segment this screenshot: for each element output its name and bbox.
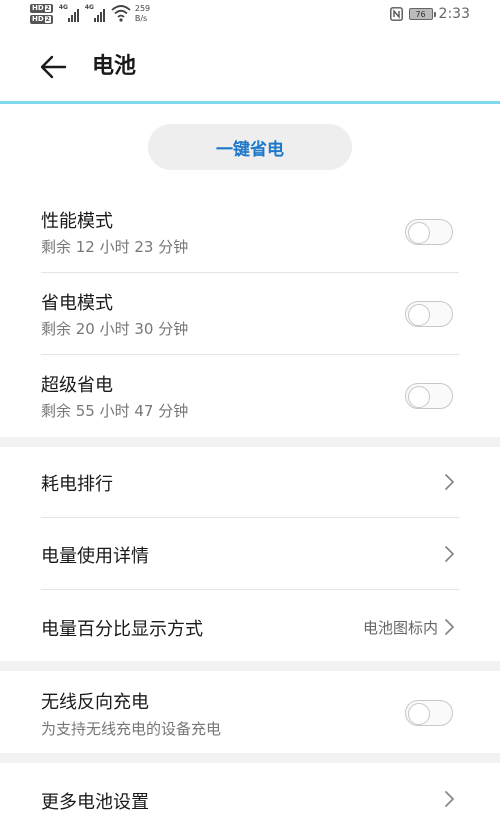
- signal-strength-icon-1: 4G: [59, 4, 79, 22]
- chevron-right-icon: [445, 474, 454, 490]
- mode-remaining: 剩余 20 小时 30 分钟: [41, 320, 189, 338]
- menu-label: 电量使用详情: [41, 546, 149, 567]
- performance-mode-row[interactable]: 性能模式 剩余 12 小时 23 分钟: [0, 195, 500, 273]
- menu-label: 电量百分比显示方式: [41, 619, 203, 640]
- power-save-mode-row[interactable]: 省电模式 剩余 20 小时 30 分钟: [0, 277, 500, 355]
- chevron-right-icon: [445, 619, 454, 635]
- more-battery-settings-row[interactable]: 更多电池设置: [0, 763, 500, 816]
- network-speed-unit: B/s: [134, 14, 148, 23]
- mode-title: 性能模式: [41, 211, 113, 232]
- signal-strength-icon-2: 4G: [85, 4, 105, 22]
- section-separator: [0, 437, 500, 447]
- hd-badge-1: HD 2: [30, 4, 53, 13]
- section-separator: [0, 753, 500, 763]
- performance-mode-toggle[interactable]: [405, 219, 453, 245]
- hd-badge-2: HD 2: [30, 15, 53, 24]
- ultra-power-save-row[interactable]: 超级省电 剩余 55 小时 47 分钟: [0, 359, 500, 437]
- wireless-reverse-charging-toggle[interactable]: [405, 700, 453, 726]
- menu-label: 更多电池设置: [41, 792, 149, 813]
- back-arrow-icon[interactable]: [38, 52, 68, 82]
- app-bar-divider: [0, 101, 500, 104]
- battery-icon: 76: [408, 8, 436, 20]
- power-save-mode-toggle[interactable]: [405, 301, 453, 327]
- chevron-right-icon: [445, 546, 454, 562]
- divider: [41, 272, 459, 273]
- wireless-title: 无线反向充电: [41, 692, 149, 713]
- clock: 2:33: [438, 6, 470, 22]
- battery-percentage-display-value: 电池图标内: [362, 619, 438, 637]
- network-speed-value: 259: [134, 4, 151, 13]
- network-speed: 259 B/s: [135, 4, 150, 24]
- one-key-power-save-button[interactable]: 一键省电: [148, 124, 352, 170]
- status-left: HD 2 HD 2 4G 4G 259 B/s: [30, 4, 150, 28]
- mode-title: 省电模式: [41, 293, 113, 314]
- power-consumption-ranking-row[interactable]: 耗电排行: [0, 447, 500, 517]
- chevron-right-icon: [445, 791, 454, 807]
- page-title: 电池: [92, 54, 137, 79]
- app-bar: 电池: [0, 32, 500, 102]
- hd-indicators: HD 2 HD 2: [30, 4, 53, 24]
- status-right: 76 2:33: [389, 6, 470, 22]
- menu-label: 耗电排行: [41, 474, 113, 495]
- battery-percentage-display-row[interactable]: 电量百分比显示方式 电池图标内: [0, 590, 500, 661]
- mode-remaining: 剩余 12 小时 23 分钟: [41, 238, 189, 256]
- divider: [41, 354, 459, 355]
- mode-remaining: 剩余 55 小时 47 分钟: [41, 402, 189, 420]
- power-usage-details-row[interactable]: 电量使用详情: [0, 518, 500, 589]
- wifi-icon: [111, 5, 131, 22]
- battery-level: 76: [415, 9, 426, 19]
- section-separator: [0, 661, 500, 671]
- wireless-subtitle: 为支持无线充电的设备充电: [41, 720, 222, 738]
- ultra-power-save-toggle[interactable]: [405, 383, 453, 409]
- status-bar: HD 2 HD 2 4G 4G 259 B/s 76 2:33: [0, 0, 500, 32]
- mode-title: 超级省电: [41, 375, 113, 396]
- wireless-reverse-charging-row[interactable]: 无线反向充电 为支持无线充电的设备充电: [0, 671, 500, 753]
- nfc-icon: [389, 7, 403, 21]
